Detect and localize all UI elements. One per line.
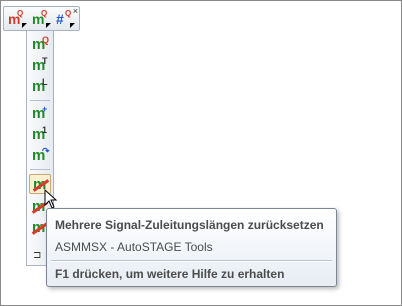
m-green-q-button[interactable]: m Q bbox=[30, 9, 52, 29]
m-l-button[interactable]: m L bbox=[29, 77, 51, 97]
window-frame: m Q m Q # Q × m Q m T m L m + m 1 m ↷ ⊐ … bbox=[0, 0, 402, 306]
horizontal-toolbar: m Q m Q # Q × bbox=[3, 6, 80, 31]
toolbar-options-icon[interactable]: ⊐ bbox=[33, 250, 41, 261]
m-q-button[interactable]: m Q bbox=[29, 35, 51, 55]
tooltip-source: ASMMSX - AutoSTAGE Tools bbox=[55, 240, 213, 254]
tooltip-divider bbox=[51, 260, 332, 261]
dropdown-arrow-icon bbox=[22, 23, 27, 28]
close-icon[interactable]: × bbox=[73, 7, 78, 16]
dropdown-arrow-icon bbox=[70, 23, 75, 28]
tooltip-help-hint: F1 drücken, um weitere Hilfe zu erhalten bbox=[55, 267, 285, 281]
m-t-button[interactable]: m T bbox=[29, 56, 51, 76]
m-red-q-button[interactable]: m Q bbox=[6, 9, 28, 29]
m-rotate-button[interactable]: m ↷ bbox=[29, 146, 51, 166]
tooltip-title: Mehrere Signal-Zuleitungslängen zurückse… bbox=[55, 218, 324, 232]
dropdown-arrow-icon bbox=[46, 23, 51, 28]
toolbar-separator bbox=[30, 169, 50, 170]
tooltip: Mehrere Signal-Zuleitungslängen zurückse… bbox=[46, 208, 337, 287]
m-plus-button[interactable]: m + bbox=[29, 104, 51, 124]
mouse-cursor-icon bbox=[44, 189, 58, 209]
